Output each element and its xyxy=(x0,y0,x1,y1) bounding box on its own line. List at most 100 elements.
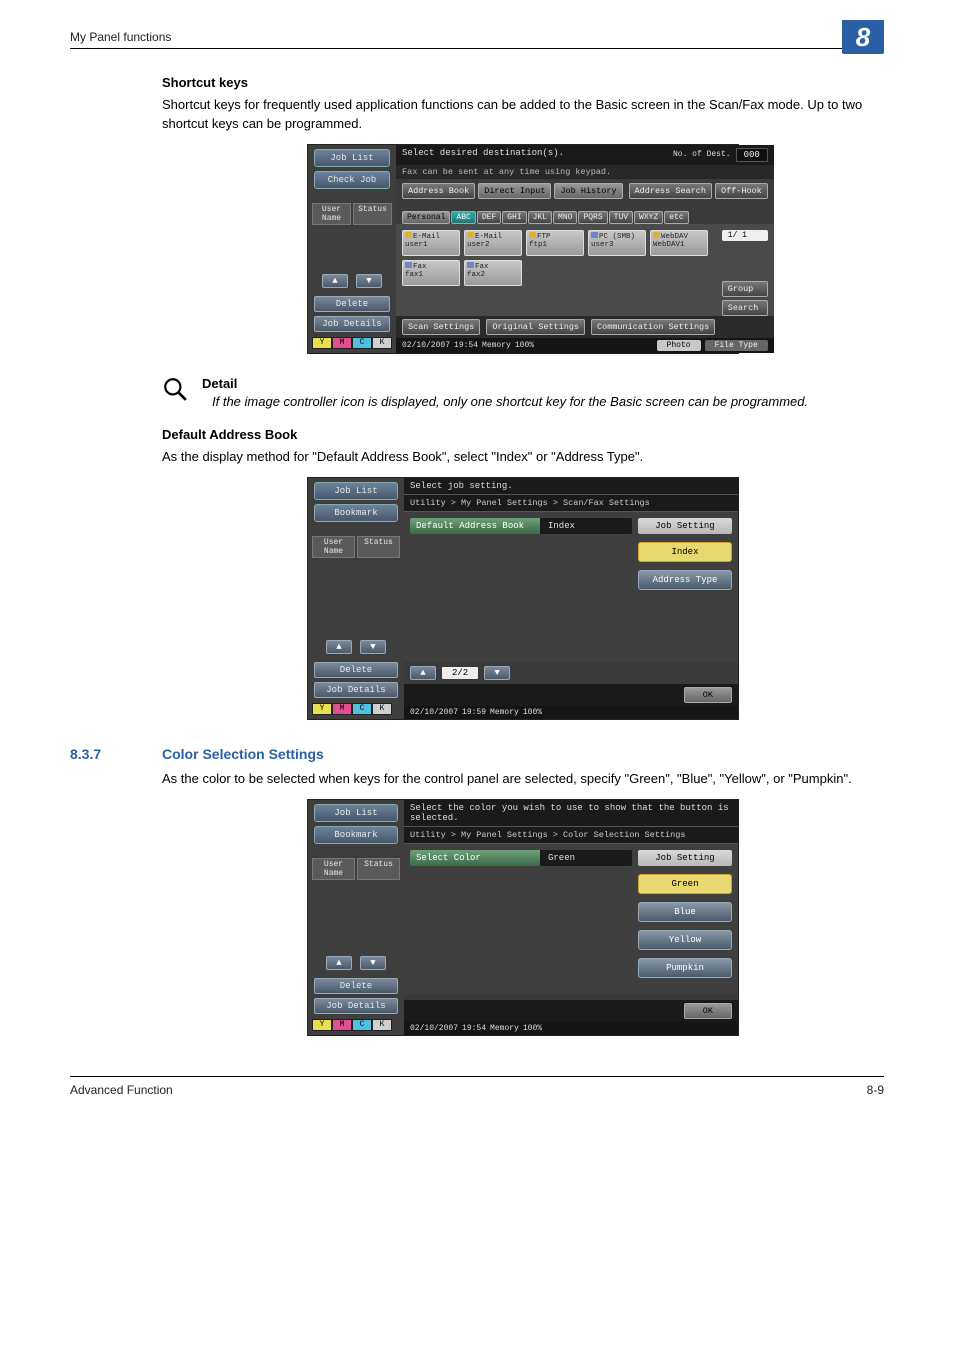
destination-card[interactable]: E-Mailuser1 xyxy=(402,230,460,256)
breadcrumb: Utility > My Panel Settings > Color Sele… xyxy=(404,826,738,844)
detail-text: If the image controller icon is displaye… xyxy=(212,393,808,411)
toner-k: K xyxy=(372,337,392,349)
photo-button[interactable]: Photo xyxy=(657,340,701,351)
scroll-up-button[interactable]: ▲ xyxy=(322,274,348,288)
ok-button[interactable]: OK xyxy=(684,687,732,703)
mode-tab[interactable]: Off-Hook xyxy=(715,183,768,199)
shortcut-button[interactable]: Original Settings xyxy=(486,319,585,335)
job-details-button[interactable]: Job Details xyxy=(314,998,398,1014)
mode-tabs: Address BookDirect InputJob History Addre… xyxy=(396,179,774,203)
group-button[interactable]: Group xyxy=(722,281,768,297)
destination-card[interactable]: PC (SMB)user3 xyxy=(588,230,646,256)
user-name-col: User Name xyxy=(312,858,355,880)
job-list-tab[interactable]: Job List xyxy=(314,804,398,822)
dest-count-label: No. of Dest. xyxy=(673,150,731,159)
job-setting-title: Job Setting xyxy=(638,850,732,866)
mode-tab[interactable]: Address Search xyxy=(629,183,712,199)
detail-label: Detail xyxy=(202,376,808,391)
destination-card[interactable]: FTPftp1 xyxy=(526,230,584,256)
footer-left: Advanced Function xyxy=(70,1083,173,1097)
scroll-down-button[interactable]: ▼ xyxy=(356,274,382,288)
status-col: Status xyxy=(357,858,400,880)
destination-card[interactable]: E-Mailuser2 xyxy=(464,230,522,256)
index-tab[interactable]: MNO xyxy=(553,211,577,224)
time: 19:59 xyxy=(462,708,486,717)
screenshot-scan-fax: Job List Check Job User Name Status ▲ ▼ … xyxy=(307,144,739,354)
job-details-button[interactable]: Job Details xyxy=(314,682,398,698)
instruction-sub: Fax can be sent at any time using keypad… xyxy=(396,165,774,179)
mode-tab[interactable]: Direct Input xyxy=(478,183,551,199)
magnifier-icon xyxy=(162,376,188,405)
scroll-up-button[interactable]: ▲ xyxy=(326,640,352,654)
option-button[interactable]: Pumpkin xyxy=(638,958,732,978)
setting-key: Default Address Book xyxy=(410,518,540,534)
job-setting-title: Job Setting xyxy=(638,518,732,534)
date: 02/10/2007 xyxy=(402,341,450,350)
delete-button[interactable]: Delete xyxy=(314,662,398,678)
section-number: 8.3.7 xyxy=(70,746,162,762)
user-status-header: User Name Status xyxy=(312,203,392,225)
scroll-up-button[interactable]: ▲ xyxy=(326,956,352,970)
index-tab[interactable]: ABC xyxy=(451,211,475,224)
destination-card[interactable]: Faxfax1 xyxy=(402,260,460,286)
delete-button[interactable]: Delete xyxy=(314,978,398,994)
index-tab[interactable]: DEF xyxy=(477,211,501,224)
mode-tab[interactable]: Job History xyxy=(554,183,622,199)
setting-value: Green xyxy=(540,850,632,866)
user-name-col: User Name xyxy=(312,203,351,225)
bookmark-tab[interactable]: Bookmark xyxy=(314,826,398,844)
check-job-tab[interactable]: Check Job xyxy=(314,171,390,189)
mode-tab[interactable]: Address Book xyxy=(402,183,475,199)
ok-button[interactable]: OK xyxy=(684,1003,732,1019)
destination-cards: E-Mailuser1E-Mailuser2FTPftp1PC (SMB)use… xyxy=(396,224,722,292)
index-tab[interactable]: TUV xyxy=(609,211,633,224)
status-bar: 02/10/2007 19:59 Memory 100% xyxy=(404,706,738,719)
index-tab[interactable]: GHI xyxy=(502,211,526,224)
heading-default-addr: Default Address Book xyxy=(162,427,884,442)
job-list-tab[interactable]: Job List xyxy=(314,149,390,167)
chapter-number: 8 xyxy=(842,20,884,54)
destination-card[interactable]: Faxfax2 xyxy=(464,260,522,286)
option-button[interactable]: Yellow xyxy=(638,930,732,950)
setting-row: Select Color Green xyxy=(410,850,632,866)
shortcut-button[interactable]: Scan Settings xyxy=(402,319,480,335)
file-type-button[interactable]: File Type xyxy=(705,340,768,351)
scroll-down-button[interactable]: ▼ xyxy=(360,640,386,654)
index-tab[interactable]: Personal xyxy=(402,211,450,224)
job-details-button[interactable]: Job Details xyxy=(314,316,390,332)
date: 02/10/2007 xyxy=(410,708,458,717)
option-button[interactable]: Address Type xyxy=(638,570,732,590)
user-name-col: User Name xyxy=(312,536,355,558)
toner-m: M xyxy=(332,337,352,349)
status-bar: 02/10/2007 19:54 Memory 100% Photo File … xyxy=(396,338,774,353)
page-down-button[interactable]: ▼ xyxy=(484,666,510,680)
shortcut-button[interactable]: Communication Settings xyxy=(591,319,715,335)
page-indicator: 2/2 xyxy=(442,667,478,679)
index-tab[interactable]: PQRS xyxy=(578,211,607,224)
option-button[interactable]: Blue xyxy=(638,902,732,922)
scroll-down-button[interactable]: ▼ xyxy=(360,956,386,970)
instruction-text: Select the color you wish to use to show… xyxy=(404,800,738,826)
bookmark-tab[interactable]: Bookmark xyxy=(314,504,398,522)
setting-key: Select Color xyxy=(410,850,540,866)
dest-count-value: 000 xyxy=(736,148,768,162)
setting-row: Default Address Book Index xyxy=(410,518,632,534)
para-default-addr: As the display method for "Default Addre… xyxy=(162,448,884,467)
job-list-tab[interactable]: Job List xyxy=(314,482,398,500)
memory-label: Memory xyxy=(490,1024,519,1033)
index-tabs: PersonalABCDEFGHIJKLMNOPQRSTUVWXYZetc xyxy=(396,209,774,224)
instruction-text: Select job setting. xyxy=(404,478,738,494)
status-bar: 02/10/2007 19:54 Memory 100% xyxy=(404,1022,738,1035)
index-tab[interactable]: etc xyxy=(664,211,688,224)
search-button[interactable]: Search xyxy=(722,300,768,316)
option-button[interactable]: Green xyxy=(638,874,732,894)
toner-indicator: YMCK xyxy=(312,1019,400,1031)
index-tab[interactable]: JKL xyxy=(528,211,552,224)
destination-card[interactable]: WebDAVWebDAV1 xyxy=(650,230,708,256)
index-tab[interactable]: WXYZ xyxy=(634,211,663,224)
option-button[interactable]: Index xyxy=(638,542,732,562)
para-color-selection: As the color to be selected when keys fo… xyxy=(162,770,884,789)
delete-button[interactable]: Delete xyxy=(314,296,390,312)
page-up-button[interactable]: ▲ xyxy=(410,666,436,680)
toner-indicator: YMCK xyxy=(312,703,400,715)
